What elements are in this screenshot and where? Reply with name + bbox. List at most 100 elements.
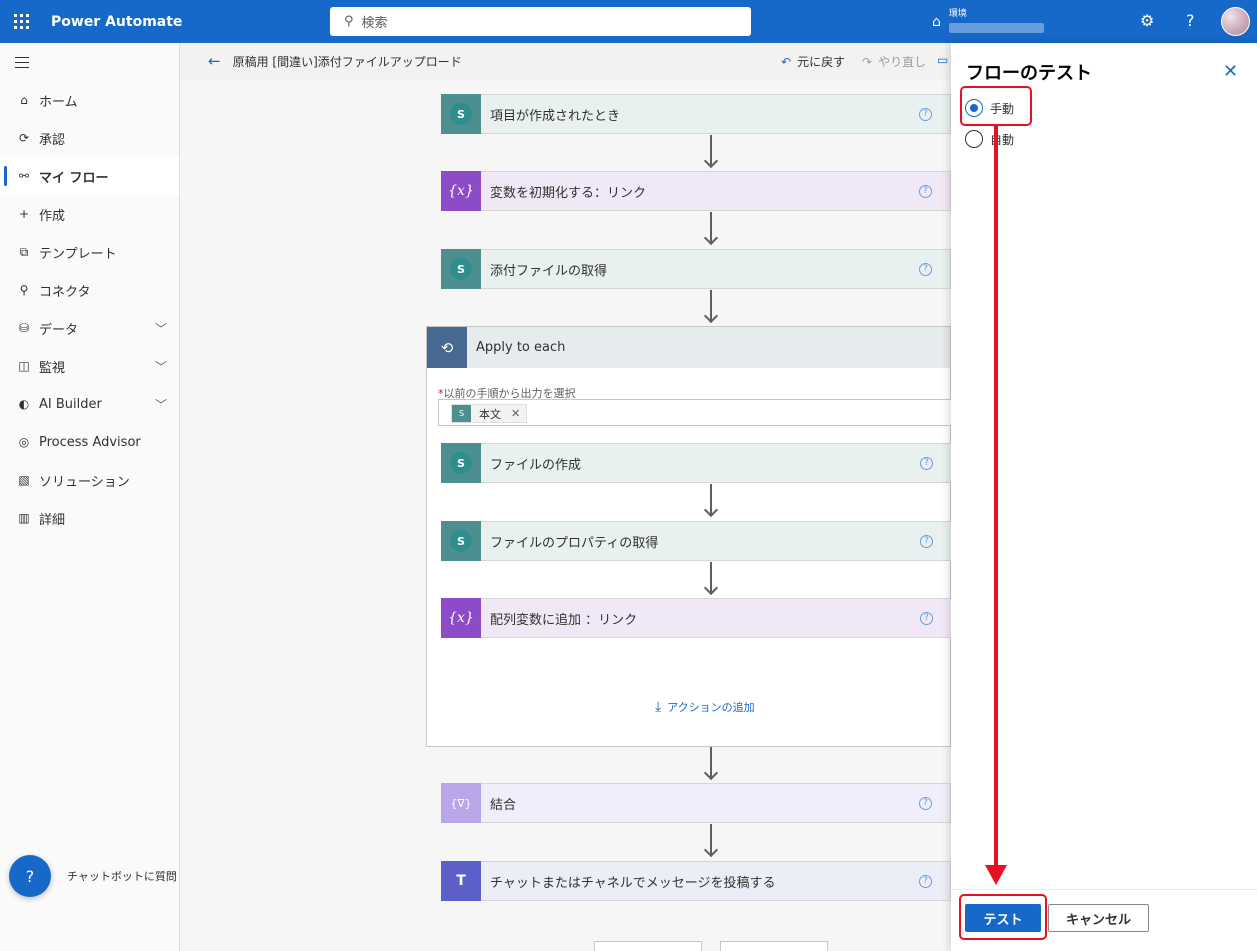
nav-item-label: データ [39, 322, 79, 338]
apply-to-each-container: ⟲ Apply to each *以前の手順から出力を選択 S 本文 ✕ S フ… [426, 326, 951, 747]
help-circle-icon[interactable]: ? [920, 456, 933, 470]
nav-item-process-advisor[interactable]: ◎ Process Advisor [0, 423, 179, 461]
nav-item-home[interactable]: ⌂ ホーム [0, 81, 179, 119]
connector-arrow [701, 290, 721, 326]
undo-button[interactable]: ↶ 元に戻す [781, 53, 845, 70]
redo-icon: ↷ [862, 54, 873, 69]
nav-item-solutions[interactable]: ▧ ソリューション [0, 461, 179, 499]
flow-step-initialize-variable[interactable]: {x} 変数を初期化する：リンク ? [441, 171, 951, 211]
cancel-button[interactable]: キャンセル [1048, 904, 1149, 932]
flow-step-create-file[interactable]: S ファイルの作成 ? [441, 443, 951, 483]
back-arrow-icon[interactable]: ← [208, 52, 221, 70]
join-icon: {∇} [441, 783, 481, 823]
connector-arrow [701, 747, 721, 783]
chevron-down-icon[interactable]: ﹀ [155, 320, 167, 337]
approvals-icon: ⟳ [18, 131, 30, 145]
help-circle-icon[interactable]: ? [919, 874, 932, 888]
apply-to-each-header[interactable]: ⟲ Apply to each [427, 327, 950, 368]
data-icon: ⛁ [18, 321, 30, 335]
nav-item-monitor[interactable]: ◫ 監視 ﹀ [0, 347, 179, 385]
sharepoint-icon: S [441, 443, 481, 483]
variable-icon: {x} [441, 171, 481, 211]
flow-step-trigger[interactable]: S 項目が作成されたとき ? [441, 94, 951, 134]
loop-icon: ⟲ [427, 327, 467, 368]
step-label: 結合 [490, 797, 517, 813]
annotation-highlight-manual [960, 86, 1032, 126]
my-flows-icon: ⚯ [18, 169, 30, 183]
help-circle-icon[interactable]: ? [919, 107, 932, 121]
dynamic-content-token[interactable]: S 本文 ✕ [451, 404, 528, 423]
nav-item-label: 作成 [39, 208, 66, 224]
nav-item-label: Process Advisor [39, 434, 141, 450]
flow-step-get-attachments[interactable]: S 添付ファイルの取得 ? [441, 249, 951, 289]
nav-item-label: テンプレート [39, 246, 117, 262]
nav-item-create[interactable]: + 作成 [0, 195, 179, 233]
help-icon[interactable]: ? [1186, 11, 1195, 30]
connector-arrow [701, 824, 721, 860]
token-label: 本文 [479, 407, 501, 421]
help-circle-icon[interactable]: ? [920, 534, 933, 548]
output-select-field[interactable]: S 本文 ✕ [438, 399, 951, 426]
nav-item-data[interactable]: ⛁ データ ﹀ [0, 309, 179, 347]
radio-automatic[interactable]: 自動 [965, 130, 1014, 148]
sharepoint-icon: S [452, 405, 471, 422]
nav-item-learn[interactable]: ▥ 詳細 [0, 499, 179, 537]
app-title[interactable]: Power Automate [51, 14, 182, 30]
user-avatar[interactable] [1221, 7, 1250, 36]
nav-item-label: コネクタ [39, 284, 91, 300]
hamburger-menu-icon[interactable] [15, 57, 29, 72]
sharepoint-icon: S [441, 521, 481, 561]
chatbot-button[interactable]: ? [9, 855, 51, 897]
radio-button[interactable] [965, 130, 983, 148]
comments-icon[interactable]: ▭ [937, 53, 948, 67]
environment-icon: ⌂ [932, 14, 941, 30]
monitor-icon: ◫ [18, 359, 30, 373]
nav-item-connectors[interactable]: ⚲ コネクタ [0, 271, 179, 309]
help-circle-icon[interactable]: ? [920, 611, 933, 625]
redo-button[interactable]: ↷ やり直し [862, 53, 926, 70]
nav-item-label: 承認 [39, 132, 66, 148]
connector-arrow [701, 484, 721, 520]
add-action-button[interactable]: ⤓ アクションの追加 [655, 699, 755, 715]
environment-label: 環境 [948, 9, 967, 19]
nav-item-ai-builder[interactable]: ◐ AI Builder ﹀ [0, 385, 179, 423]
nav-item-approvals[interactable]: ⟳ 承認 [0, 119, 179, 157]
search-icon: ⚲ [344, 14, 354, 29]
undo-label: 元に戻す [797, 55, 846, 69]
nav-item-my-flows[interactable]: ⚯ マイ フロー [0, 157, 179, 195]
plus-icon: + [18, 207, 30, 221]
environment-picker[interactable]: ⌂ 環境 [932, 4, 1044, 33]
step-label: 添付ファイルの取得 [490, 263, 608, 279]
flow-canvas: S 項目が作成されたとき ? {x} 変数を初期化する：リンク ? S 添付ファ… [180, 79, 951, 951]
close-icon[interactable]: ✕ [1223, 61, 1238, 82]
new-step-button[interactable] [594, 941, 702, 951]
flow-step-join[interactable]: {∇} 結合 ? [441, 783, 951, 823]
nav-item-label: 監視 [39, 360, 66, 376]
nav-item-label: AI Builder [39, 396, 102, 412]
nav-item-templates[interactable]: ⧉ テンプレート [0, 233, 179, 271]
flow-step-post-teams-message[interactable]: T チャットまたはチャネルでメッセージを投稿する ? [441, 861, 951, 901]
flow-step-get-file-properties[interactable]: S ファイルのプロパティの取得 ? [441, 521, 951, 561]
solutions-icon: ▧ [18, 473, 30, 487]
help-circle-icon[interactable]: ? [919, 796, 932, 810]
save-button[interactable] [720, 941, 828, 951]
settings-gear-icon[interactable]: ⚙ [1140, 11, 1154, 30]
flow-name: 原稿用 [間違い]添付ファイルアップロード [232, 54, 462, 69]
environment-value-redacted [948, 23, 1044, 33]
connectors-icon: ⚲ [19, 283, 29, 297]
chevron-down-icon[interactable]: ﹀ [155, 358, 167, 375]
flow-step-append-array-variable[interactable]: {x} 配列変数に追加 ：リンク ? [441, 598, 951, 638]
home-icon: ⌂ [20, 93, 28, 107]
panel-title: フローのテスト [966, 63, 1092, 84]
chat-question-icon: ? [25, 866, 35, 886]
connector-arrow [701, 562, 721, 598]
connector-arrow [701, 212, 721, 248]
chevron-down-icon[interactable]: ﹀ [155, 396, 167, 413]
chatbot-label[interactable]: チャットボットに質問 [67, 868, 177, 884]
remove-token-icon[interactable]: ✕ [511, 407, 520, 420]
help-circle-icon[interactable]: ? [919, 262, 932, 276]
help-circle-icon[interactable]: ? [919, 184, 932, 198]
step-label: ファイルのプロパティの取得 [490, 535, 659, 551]
app-launcher-button[interactable] [0, 0, 43, 43]
search-box[interactable]: ⚲ 検索 [330, 7, 751, 36]
